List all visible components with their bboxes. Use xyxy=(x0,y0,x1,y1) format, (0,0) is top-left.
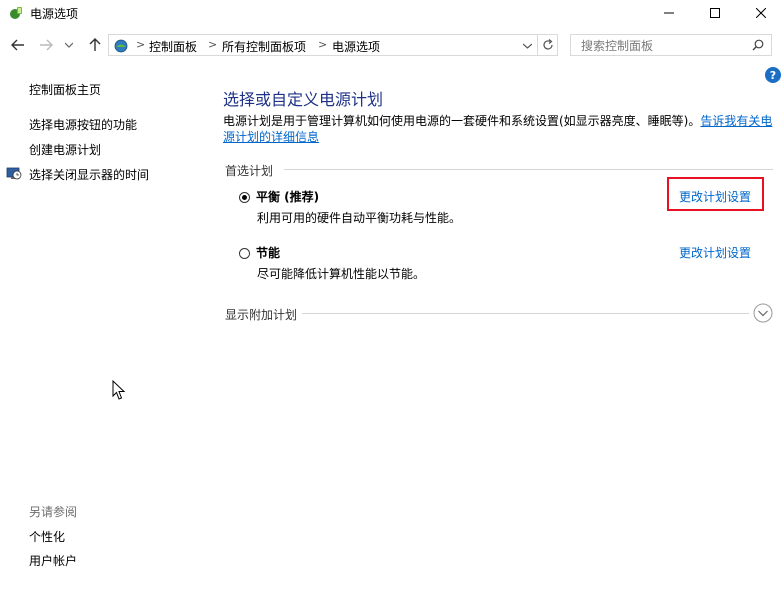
search-icon[interactable] xyxy=(752,39,764,51)
recent-locations-button[interactable] xyxy=(62,35,76,55)
breadcrumb-all-items[interactable]: 所有控制面板项 xyxy=(222,38,306,55)
preferred-plans-heading: 首选计划 xyxy=(225,164,274,178)
see-also-link-personalization[interactable]: 个性化 xyxy=(29,528,65,545)
page-description: 电源计划是用于管理计算机如何使用电源的一套硬件和系统设置(如显示器亮度、睡眠等)… xyxy=(223,113,775,145)
additional-plans-heading[interactable]: 显示附加计划 xyxy=(225,306,297,323)
section-divider xyxy=(302,313,749,314)
breadcrumb-power-options[interactable]: 电源选项 xyxy=(332,38,380,55)
plan-balanced-description: 利用可用的硬件自动平衡功耗与性能。 xyxy=(257,211,462,225)
window-title: 电源选项 xyxy=(30,7,79,21)
sidebar-home-link[interactable]: 控制面板主页 xyxy=(29,81,101,98)
up-button[interactable] xyxy=(85,35,105,55)
sidebar-link-power-buttons[interactable]: 选择电源按钮的功能 xyxy=(29,116,137,133)
close-icon xyxy=(756,8,766,18)
arrow-right-icon xyxy=(40,39,53,51)
expand-chevron-icon[interactable] xyxy=(753,303,773,323)
plan-power-saver-change-settings-link[interactable]: 更改计划设置 xyxy=(679,244,751,261)
description-text: 电源计划是用于管理计算机如何使用电源的一套硬件和系统设置(如显示器亮度、睡眠等)… xyxy=(223,114,701,128)
mouse-cursor-icon xyxy=(112,380,126,400)
forward-button[interactable] xyxy=(36,35,56,55)
power-options-icon xyxy=(10,7,22,19)
title-bar: 电源选项 xyxy=(0,0,784,26)
search-input[interactable] xyxy=(579,36,753,56)
plan-power-saver-name[interactable]: 节能 xyxy=(256,244,280,261)
arrow-up-icon xyxy=(89,38,101,51)
maximize-icon xyxy=(710,8,720,18)
arrow-left-icon xyxy=(11,39,24,51)
sidebar-link-display-off-time[interactable]: 选择关闭显示器的时间 xyxy=(29,166,149,183)
breadcrumb-separator: > xyxy=(208,38,218,51)
search-box[interactable] xyxy=(570,34,772,56)
minimize-icon xyxy=(664,12,674,14)
back-button[interactable] xyxy=(8,35,28,55)
address-bar[interactable]: > 控制面板 > 所有控制面板项 > 电源选项 xyxy=(108,34,538,56)
display-timer-icon xyxy=(6,167,22,180)
close-button[interactable] xyxy=(738,0,784,26)
section-divider xyxy=(284,169,773,170)
sidebar-link-create-plan[interactable]: 创建电源计划 xyxy=(29,141,101,158)
highlight-box xyxy=(667,177,764,211)
refresh-button[interactable] xyxy=(538,34,558,56)
see-also-heading: 另请参阅 xyxy=(29,505,78,519)
see-also-link-user-accounts[interactable]: 用户帐户 xyxy=(29,552,77,569)
minimize-button[interactable] xyxy=(646,0,692,26)
plan-power-saver-description: 尽可能降低计算机性能以节能。 xyxy=(257,267,426,281)
plan-power-saver-radio[interactable] xyxy=(239,248,250,259)
maximize-button[interactable] xyxy=(692,0,738,26)
refresh-icon xyxy=(542,39,553,50)
help-icon[interactable]: ? xyxy=(765,67,781,83)
plan-balanced-radio[interactable] xyxy=(239,192,250,203)
breadcrumb-separator: > xyxy=(136,38,146,51)
chevron-down-icon xyxy=(65,42,73,48)
control-panel-icon xyxy=(114,39,128,53)
plan-balanced-name[interactable]: 平衡 (推荐) xyxy=(256,188,319,205)
breadcrumb-separator: > xyxy=(318,38,328,51)
page-title: 选择或自定义电源计划 xyxy=(223,90,384,109)
breadcrumb-control-panel[interactable]: 控制面板 xyxy=(149,38,197,55)
chevron-down-icon[interactable] xyxy=(523,43,532,49)
